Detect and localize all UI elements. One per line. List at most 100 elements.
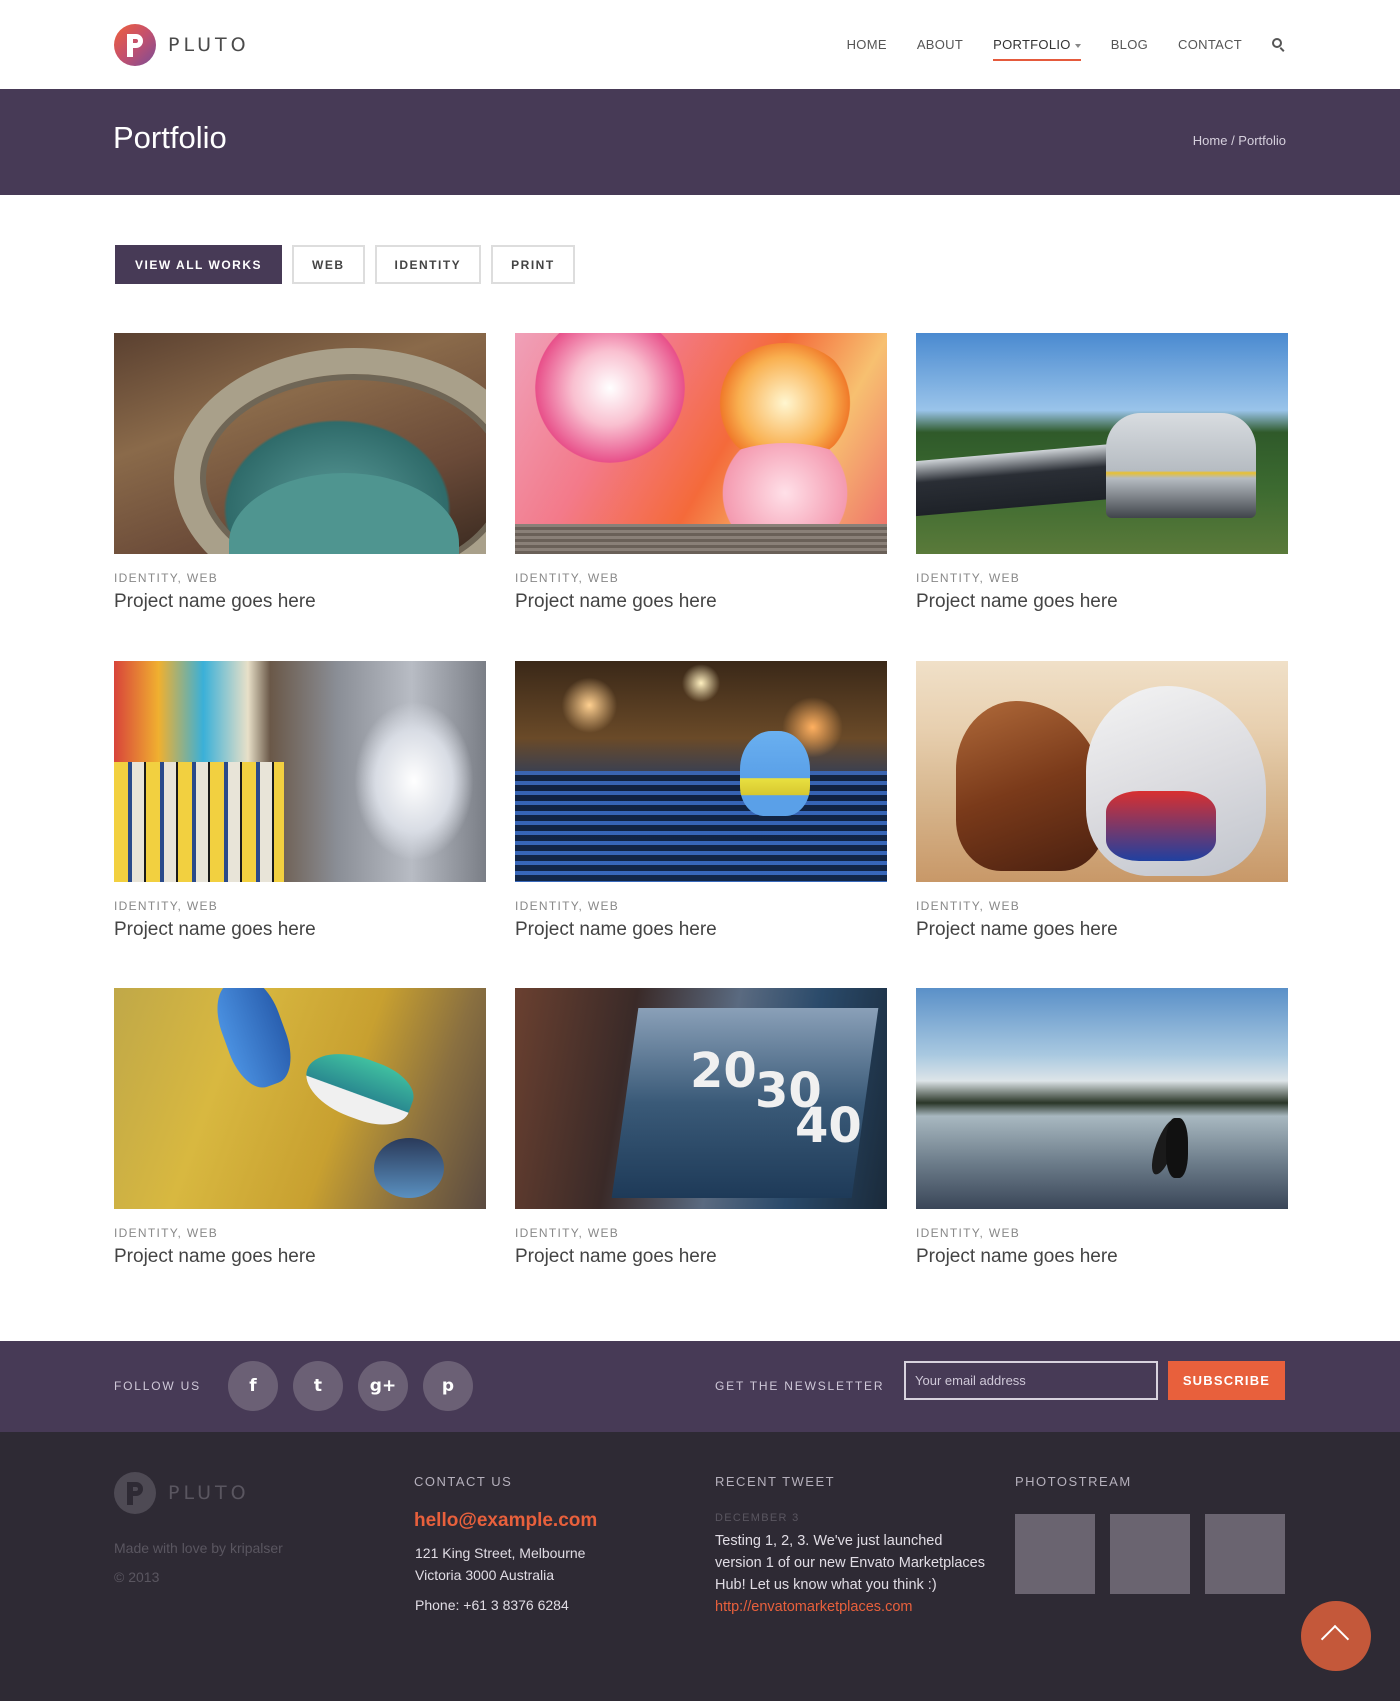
filter-print-button[interactable]: PRINT xyxy=(491,245,575,284)
contact-address-line: Victoria 3000 Australia xyxy=(415,1567,555,1583)
project-categories: IDENTITY, WEB xyxy=(114,571,219,585)
project-title[interactable]: Project name goes here xyxy=(114,1246,486,1268)
nav-home[interactable]: HOME xyxy=(847,31,887,58)
project-categories: IDENTITY, WEB xyxy=(114,899,219,913)
project-categories: IDENTITY, WEB xyxy=(916,899,1021,913)
project-thumbnail[interactable] xyxy=(515,661,887,882)
contact-email-link[interactable]: hello@example.com xyxy=(414,1510,597,1532)
project-categories: IDENTITY, WEB xyxy=(916,571,1021,585)
project-title[interactable]: Project name goes here xyxy=(114,591,486,613)
logo-text: PLUTO xyxy=(168,34,250,56)
category-link[interactable]: IDENTITY xyxy=(114,571,178,585)
newsletter-email-input[interactable] xyxy=(904,1361,1158,1400)
project-categories: IDENTITY, WEB xyxy=(114,1226,219,1240)
site-footer: PLUTO Made with love by kripalser © 2013… xyxy=(0,1432,1400,1701)
project-categories: IDENTITY, WEB xyxy=(515,899,620,913)
category-link[interactable]: WEB xyxy=(989,899,1020,913)
category-link[interactable]: IDENTITY xyxy=(916,1226,980,1240)
project-title[interactable]: Project name goes here xyxy=(916,919,1288,941)
portfolio-item: IDENTITY, WEB Project name goes here xyxy=(515,333,887,613)
project-title[interactable]: Project name goes here xyxy=(916,591,1288,613)
nav-contact[interactable]: CONTACT xyxy=(1178,31,1242,58)
logo-icon xyxy=(114,24,156,66)
project-thumbnail[interactable] xyxy=(114,988,486,1209)
portfolio-item: IDENTITY, WEB Project name goes here xyxy=(114,988,486,1268)
google-plus-icon[interactable]: g+ xyxy=(358,1361,408,1411)
thumb-number: 40 xyxy=(795,1098,862,1154)
nav-portfolio[interactable]: PORTFOLIO xyxy=(993,31,1081,61)
page-title: Portfolio xyxy=(113,120,227,155)
portfolio-item: 20 30 40 IDENTITY, WEB Project name goes… xyxy=(515,988,887,1268)
project-thumbnail[interactable] xyxy=(916,661,1288,882)
photostream-thumb[interactable] xyxy=(1110,1514,1190,1594)
tweet-body: Testing 1, 2, 3. We've just launched ver… xyxy=(715,1533,985,1593)
breadcrumb[interactable]: Home / Portfolio xyxy=(1193,133,1286,148)
filter-view-all-button[interactable]: VIEW ALL WORKS xyxy=(115,245,282,284)
portfolio-item: IDENTITY, WEB Project name goes here xyxy=(114,661,486,941)
portfolio-item: IDENTITY, WEB Project name goes here xyxy=(114,333,486,613)
project-thumbnail[interactable] xyxy=(515,333,887,554)
thumb-number: 20 xyxy=(690,1043,757,1099)
category-link[interactable]: WEB xyxy=(588,571,619,585)
project-categories: IDENTITY, WEB xyxy=(515,1226,620,1240)
category-link[interactable]: WEB xyxy=(187,899,218,913)
project-thumbnail[interactable] xyxy=(916,988,1288,1209)
footer-logo[interactable]: PLUTO xyxy=(114,1472,250,1514)
category-link[interactable]: WEB xyxy=(588,899,619,913)
contact-phone: Phone: +61 3 8376 6284 xyxy=(415,1597,569,1613)
category-link[interactable]: IDENTITY xyxy=(916,899,980,913)
page-title-bar: Portfolio Home / Portfolio xyxy=(0,89,1400,195)
tweet-date: DECEMBER 3 xyxy=(715,1512,800,1524)
filter-identity-button[interactable]: IDENTITY xyxy=(374,245,482,284)
footer-logo-text: PLUTO xyxy=(168,1482,250,1504)
category-link[interactable]: WEB xyxy=(989,1226,1020,1240)
recent-tweet-heading: RECENT TWEET xyxy=(715,1474,836,1489)
category-link[interactable]: IDENTITY xyxy=(916,571,980,585)
tweet-link[interactable]: http://envatomarketplaces.com xyxy=(715,1599,912,1615)
category-link[interactable]: IDENTITY xyxy=(515,571,579,585)
newsletter-label: GET THE NEWSLETTER xyxy=(715,1379,885,1393)
project-thumbnail[interactable] xyxy=(114,661,486,882)
portfolio-item: IDENTITY, WEB Project name goes here xyxy=(515,661,887,941)
site-header: PLUTO HOME ABOUT PORTFOLIO BLOG CONTACT xyxy=(0,0,1400,89)
project-title[interactable]: Project name goes here xyxy=(515,1246,887,1268)
category-link[interactable]: IDENTITY xyxy=(114,899,178,913)
project-thumbnail[interactable]: 20 30 40 xyxy=(515,988,887,1209)
portfolio-item: IDENTITY, WEB Project name goes here xyxy=(916,988,1288,1268)
made-with-text: Made with love by kripalser xyxy=(114,1540,283,1556)
portfolio-item: IDENTITY, WEB Project name goes here xyxy=(916,333,1288,613)
chevron-up-icon xyxy=(1320,1624,1350,1654)
pinterest-icon[interactable]: p xyxy=(423,1361,473,1411)
caret-down-icon xyxy=(1074,43,1081,48)
photostream-thumb[interactable] xyxy=(1205,1514,1285,1594)
project-title[interactable]: Project name goes here xyxy=(515,591,887,613)
project-thumbnail[interactable] xyxy=(114,333,486,554)
project-title[interactable]: Project name goes here xyxy=(114,919,486,941)
nav-blog[interactable]: BLOG xyxy=(1111,31,1148,58)
category-link[interactable]: WEB xyxy=(989,571,1020,585)
social-newsletter-bar: FOLLOW US f t g+ p GET THE NEWSLETTER SU… xyxy=(0,1341,1400,1432)
project-title[interactable]: Project name goes here xyxy=(916,1246,1288,1268)
category-link[interactable]: WEB xyxy=(187,571,218,585)
logo-icon xyxy=(114,1472,156,1514)
category-link[interactable]: IDENTITY xyxy=(515,1226,579,1240)
category-link[interactable]: IDENTITY xyxy=(515,899,579,913)
site-logo[interactable]: PLUTO xyxy=(114,24,250,66)
category-link[interactable]: IDENTITY xyxy=(114,1226,178,1240)
filter-web-button[interactable]: WEB xyxy=(292,245,365,284)
category-link[interactable]: WEB xyxy=(187,1226,218,1240)
photostream-thumb[interactable] xyxy=(1015,1514,1095,1594)
copyright-text: © 2013 xyxy=(114,1569,160,1585)
nav-about[interactable]: ABOUT xyxy=(917,31,963,58)
facebook-icon[interactable]: f xyxy=(228,1361,278,1411)
subscribe-button[interactable]: SUBSCRIBE xyxy=(1168,1361,1285,1400)
project-title[interactable]: Project name goes here xyxy=(515,919,887,941)
tweet-text: Testing 1, 2, 3. We've just launched ver… xyxy=(715,1530,985,1618)
follow-us-label: FOLLOW US xyxy=(114,1379,201,1393)
scroll-to-top-button[interactable] xyxy=(1301,1601,1371,1671)
search-icon[interactable] xyxy=(1272,37,1286,52)
twitter-icon[interactable]: t xyxy=(293,1361,343,1411)
category-link[interactable]: WEB xyxy=(588,1226,619,1240)
contact-address-line: 121 King Street, Melbourne xyxy=(415,1545,586,1561)
project-thumbnail[interactable] xyxy=(916,333,1288,554)
